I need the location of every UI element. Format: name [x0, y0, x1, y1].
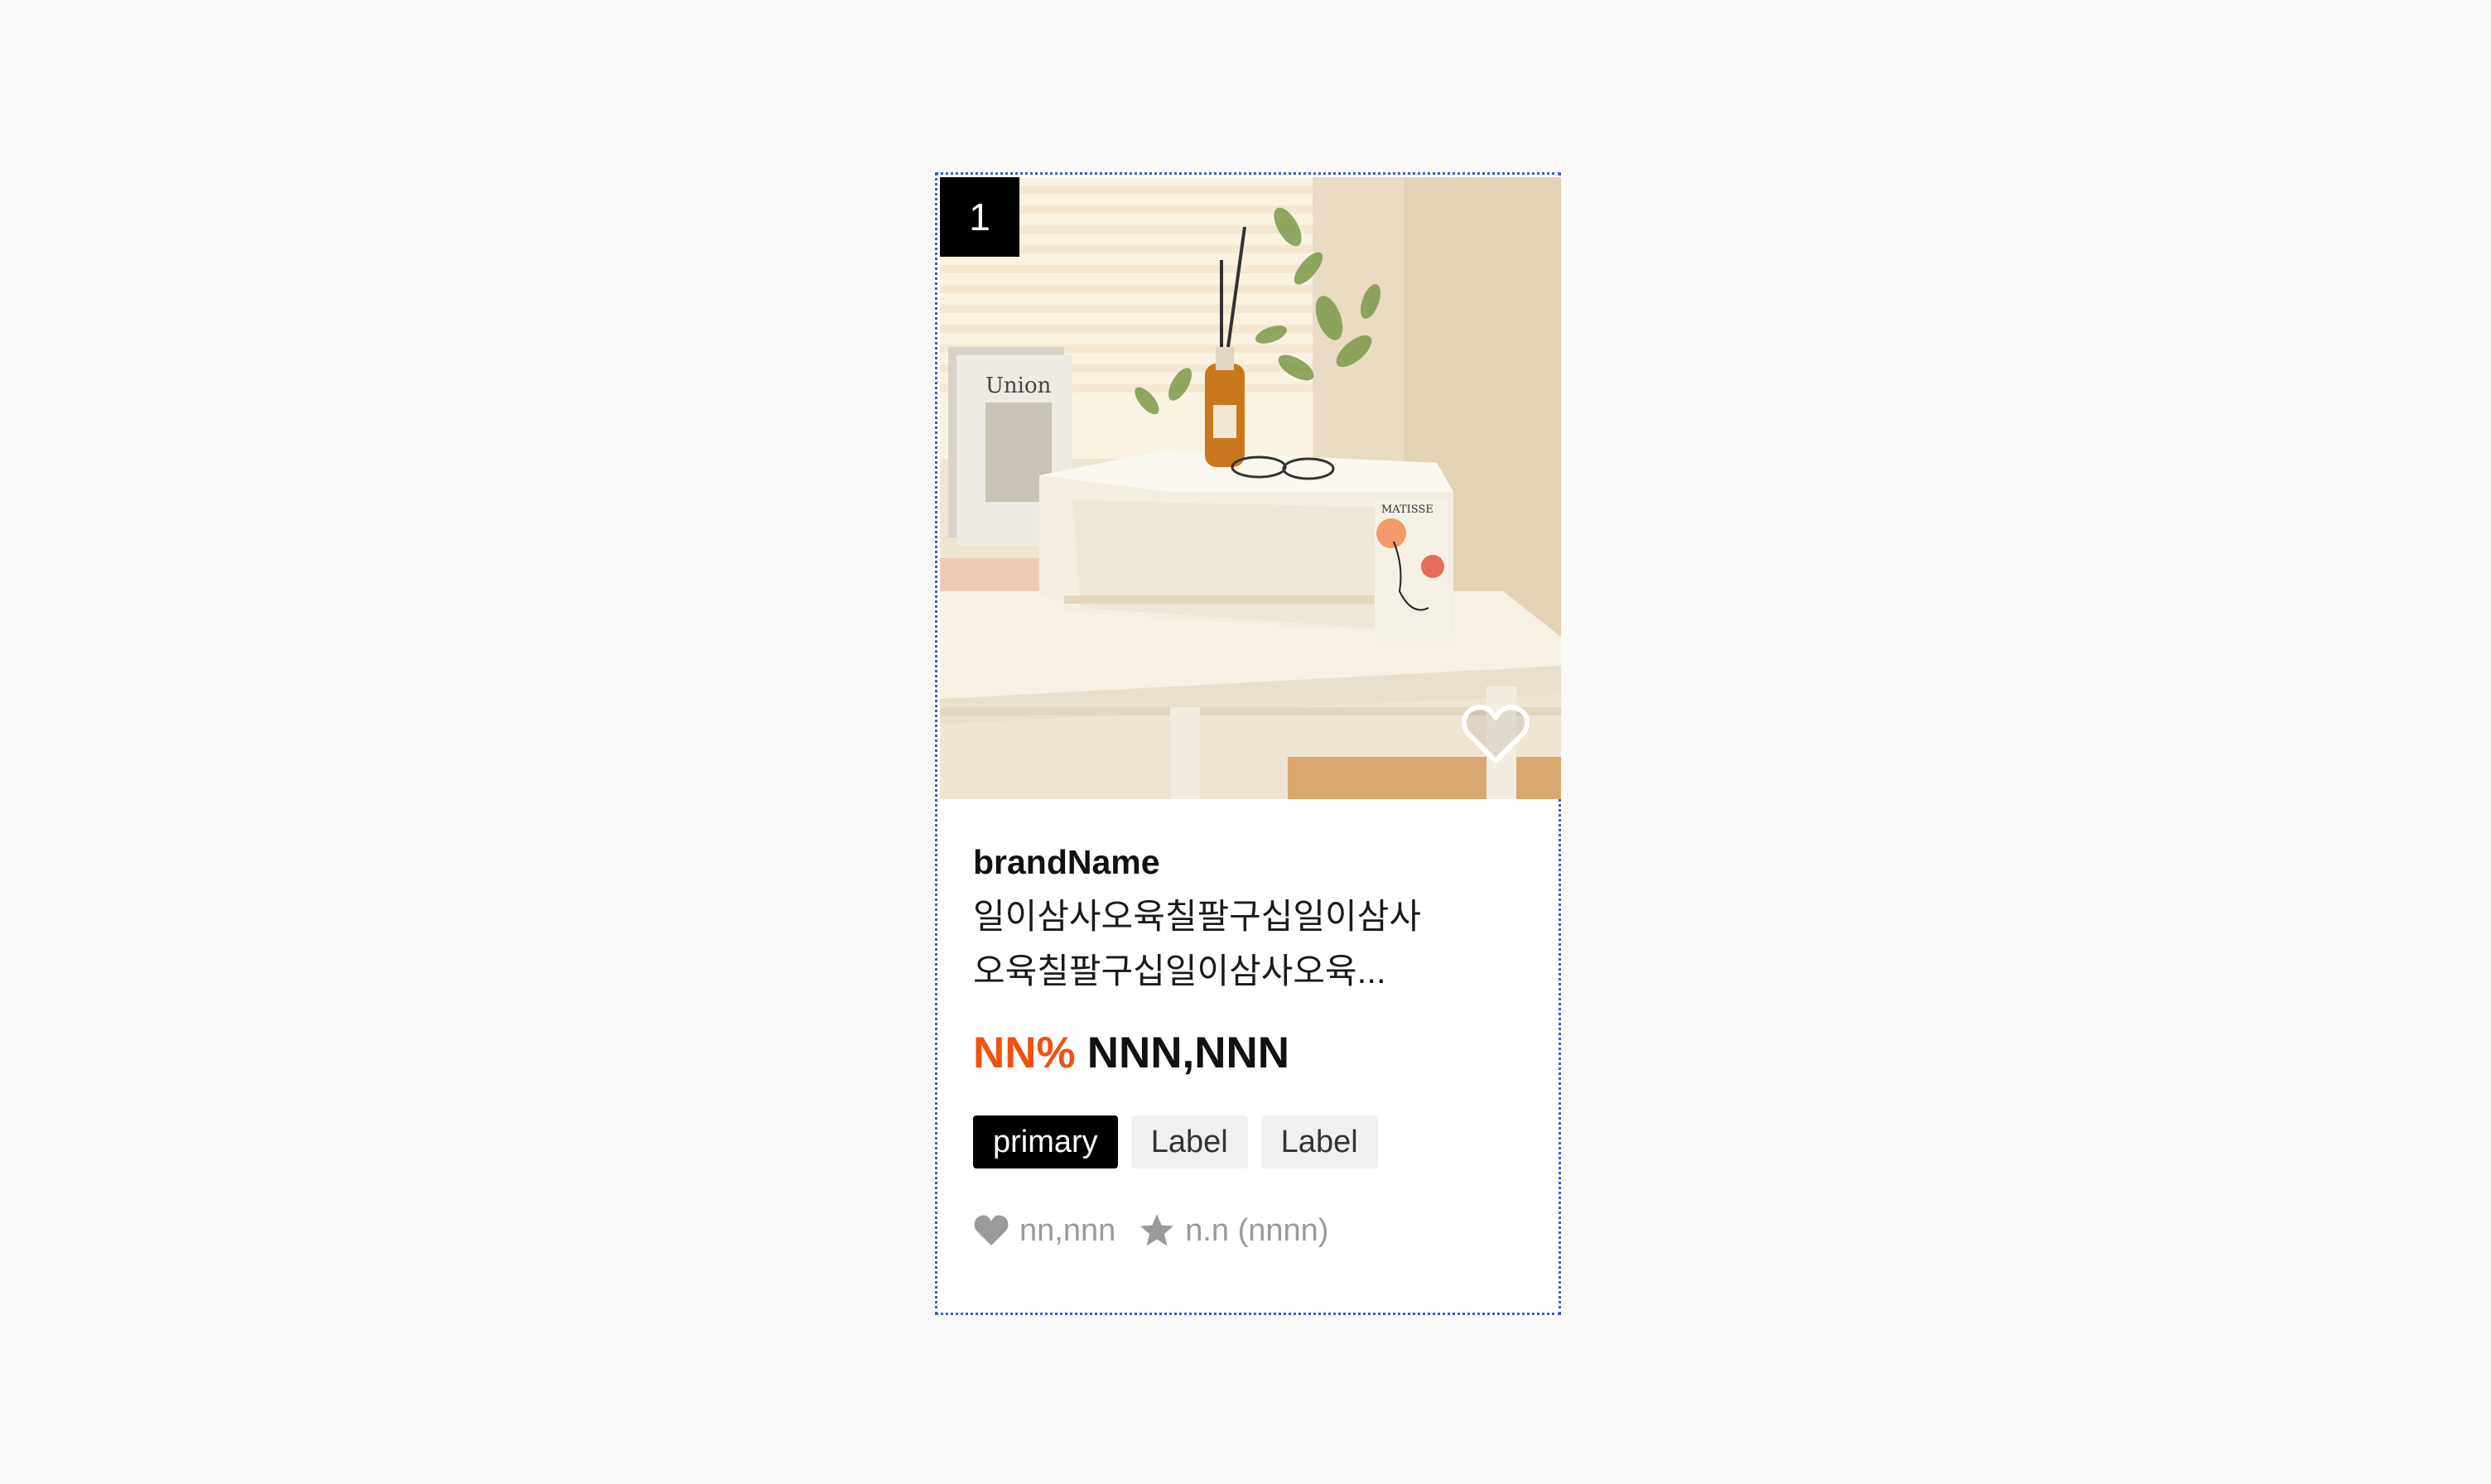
price-row: NN% NNN,NNN [973, 1024, 1289, 1082]
social-stats: nn,nnn n.n (nnnn) [973, 1210, 1328, 1251]
rating-score: n.n (nnnn) [1185, 1212, 1329, 1248]
book-cover-text: Union [985, 373, 1052, 398]
heart-filled-icon [974, 1215, 1009, 1246]
discount-rate: NN% [973, 1029, 1076, 1077]
product-title-line-2: 오육칠팔구십일이삼사오육... [973, 952, 1386, 990]
brand-name[interactable]: brandName [973, 837, 1160, 887]
label-2: Label [1260, 1115, 1378, 1168]
label-1: Label [1130, 1115, 1248, 1168]
label-list: primary Label Label [973, 1115, 1378, 1168]
product-title[interactable]: 일이삼사오육칠팔구십일이삼사 오육칠팔구십일이삼사오육... [973, 889, 1470, 999]
label-primary: primary [973, 1115, 1118, 1168]
product-title-line-1: 일이삼사오육칠팔구십일이삼사 [973, 897, 1421, 936]
product-card[interactable]: Union MATISSE 1 brandName 일이삼사오육칠팔구십일이삼사… [935, 172, 1561, 1315]
rank-badge: 1 [940, 177, 1019, 257]
product-image[interactable]: Union MATISSE 1 [940, 177, 1561, 799]
wishlist-heart-icon[interactable] [1461, 701, 1530, 768]
sale-price: NNN,NNN [1086, 1029, 1290, 1077]
like-count: nn,nnn [1019, 1212, 1116, 1248]
poster-text: MATISSE [1381, 504, 1433, 516]
star-filled-icon [1140, 1214, 1174, 1246]
